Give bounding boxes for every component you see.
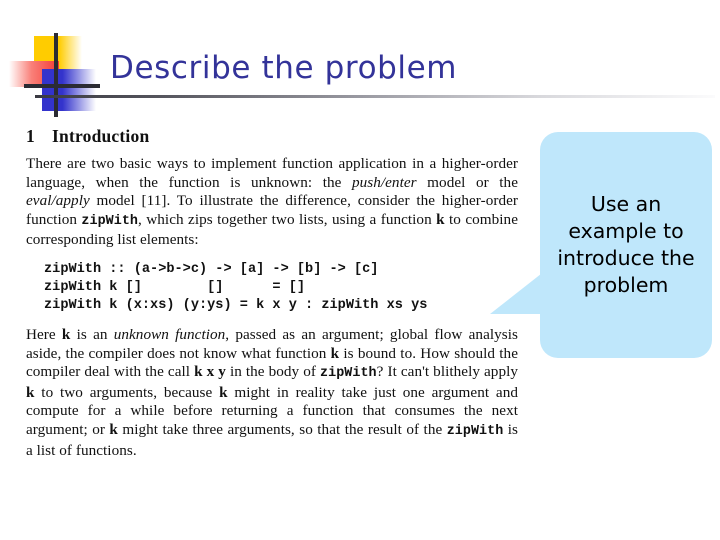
slide-canvas: Describe the problem 1 Introduction There…	[0, 0, 720, 540]
callout-bubble-body: Use an example to introduce the problem	[540, 132, 712, 358]
paper-paragraph-1: There are two basic ways to implement fu…	[26, 155, 518, 249]
slide-title: Describe the problem	[110, 50, 458, 86]
callout-bubble: Use an example to introduce the problem	[490, 132, 712, 358]
decorative-squares-logo	[8, 33, 108, 117]
title-underline-rule	[35, 95, 715, 98]
paper-code-block: zipWith :: (a->b->c) -> [a] -> [b] -> [c…	[44, 261, 428, 313]
callout-tail-icon	[490, 270, 546, 314]
paper-section-number: 1	[26, 126, 35, 146]
horizontal-bar-icon	[24, 84, 100, 88]
callout-text: Use an example to introduce the problem	[557, 192, 695, 297]
paper-excerpt-image: 1 Introduction There are two basic ways t…	[26, 126, 518, 460]
paper-section-title: Introduction	[52, 126, 150, 146]
vertical-bar-icon	[54, 33, 58, 117]
blue-square-icon	[42, 69, 96, 111]
paper-section-heading: 1 Introduction	[26, 126, 518, 146]
paper-paragraph-2: Here k is an unknown function, passed as…	[26, 325, 519, 459]
